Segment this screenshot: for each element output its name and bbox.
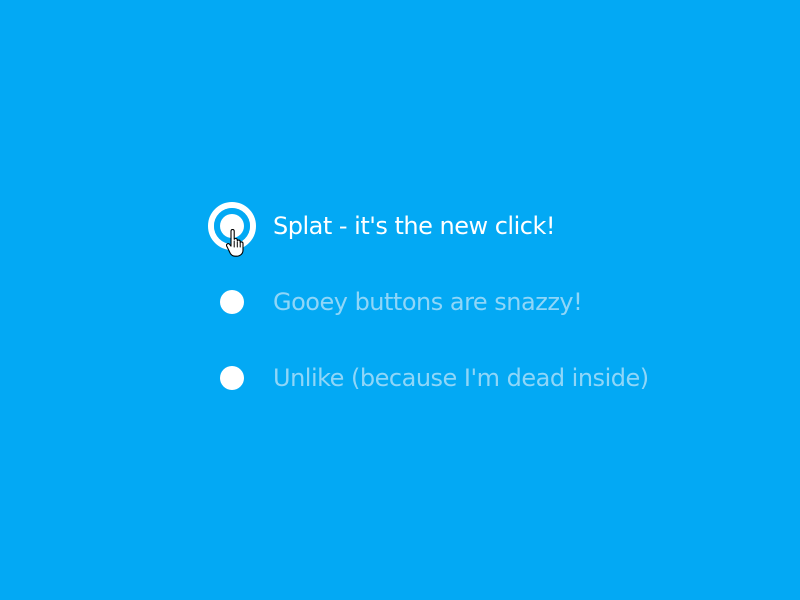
radio-option-gooey[interactable]: Gooey buttons are snazzy! xyxy=(208,278,728,326)
radio-button-selected[interactable] xyxy=(208,202,256,250)
radio-dot xyxy=(220,366,244,390)
radio-dot xyxy=(220,290,244,314)
radio-group: Splat - it's the new click! Gooey button… xyxy=(208,202,728,402)
radio-option-label[interactable]: Gooey buttons are snazzy! xyxy=(273,278,583,326)
radio-button[interactable] xyxy=(208,354,256,402)
radio-dot xyxy=(220,214,244,238)
radio-option-splat[interactable]: Splat - it's the new click! xyxy=(208,202,728,250)
radio-option-unlike[interactable]: Unlike (because I'm dead inside) xyxy=(208,354,728,402)
radio-option-label[interactable]: Unlike (because I'm dead inside) xyxy=(273,354,649,402)
radio-option-label[interactable]: Splat - it's the new click! xyxy=(273,202,555,250)
radio-button[interactable] xyxy=(208,278,256,326)
